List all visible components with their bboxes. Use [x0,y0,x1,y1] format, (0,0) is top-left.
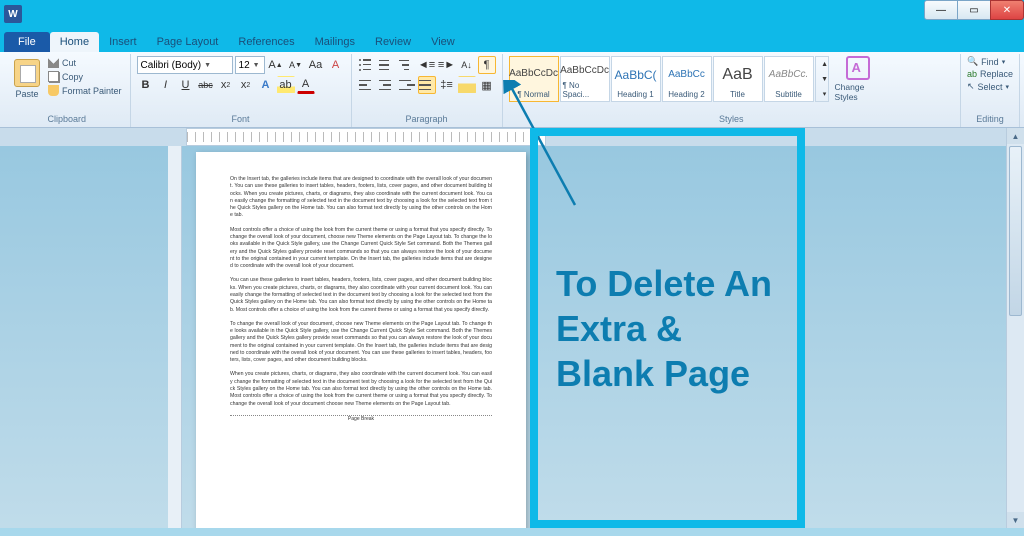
italic-button[interactable]: I [157,76,175,94]
group-label: Paragraph [358,113,496,125]
align-left-button[interactable] [358,76,376,94]
styles-scroll-down[interactable]: ▼ [816,72,834,87]
format-painter-button[interactable]: Format Painter [46,84,124,97]
numbering-button[interactable] [378,56,396,74]
group-label: Clipboard [10,113,124,125]
vertical-ruler[interactable] [168,146,182,528]
tab-review[interactable]: Review [365,32,421,52]
style-no-spacing[interactable]: AaBbCcDc¶ No Spaci... [560,56,610,102]
vertical-scrollbar[interactable]: ▲ ▼ [1006,128,1024,528]
line-spacing-button[interactable]: ‡≡ [438,76,456,94]
horizontal-ruler[interactable] [0,128,1024,146]
sort-button[interactable]: A↓ [458,56,476,74]
highlight-button[interactable]: ab [277,76,295,94]
font-size-select[interactable]: 12▼ [235,56,265,74]
window-titlebar: W ― ▭ ✕ [0,0,1024,28]
select-button[interactable]: ↖Select▾ [967,81,1013,92]
scroll-down-button[interactable]: ▼ [1007,512,1024,528]
callout-box: To Delete An Extra & Blank Page [530,128,805,528]
paste-icon [14,59,40,87]
align-center-button[interactable] [378,76,396,94]
font-name-select[interactable]: Calibri (Body)▼ [137,56,233,74]
maximize-button[interactable]: ▭ [957,0,991,20]
group-label: Styles [509,113,954,125]
superscript-button[interactable]: x2 [237,76,255,94]
document-page[interactable]: On the Insert tab, the galleries include… [196,152,526,528]
group-editing: 🔍Find▾ abReplace ↖Select▾ Editing [961,54,1020,127]
minimize-button[interactable]: ― [924,0,958,20]
decrease-indent-button[interactable]: ◄≡ [418,56,436,74]
font-color-button[interactable]: A [297,76,315,94]
styles-more[interactable]: ▾ [816,86,834,101]
document-area: On the Insert tab, the galleries include… [0,146,1006,528]
align-right-button[interactable] [398,76,416,94]
text-effects-button[interactable]: A [257,76,275,94]
style-title[interactable]: AaBTitle [713,56,763,102]
increase-indent-button[interactable]: ≡► [438,56,456,74]
styles-scroll-up[interactable]: ▲ [816,57,834,72]
scroll-thumb[interactable] [1009,146,1022,316]
document-body-text[interactable]: On the Insert tab, the galleries include… [230,176,492,423]
bullets-button[interactable] [358,56,376,74]
replace-button[interactable]: abReplace [967,69,1013,79]
tab-references[interactable]: References [228,32,304,52]
shrink-font-button[interactable]: A▼ [287,56,305,74]
copy-icon [48,71,59,82]
paste-label: Paste [15,89,38,99]
tab-view[interactable]: View [421,32,465,52]
cursor-icon: ↖ [967,81,975,92]
copy-button[interactable]: Copy [46,70,124,83]
paste-button[interactable]: Paste [10,56,44,102]
change-case-button[interactable]: Aa [307,56,325,74]
group-label: Font [137,113,345,125]
change-styles-icon [846,56,870,80]
borders-button[interactable]: ▦ [478,76,496,94]
cut-button[interactable]: Cut [46,56,124,69]
change-styles-button[interactable]: Change Styles [835,56,881,102]
grow-font-button[interactable]: A▲ [267,56,285,74]
tab-page-layout[interactable]: Page Layout [147,32,229,52]
callout-text: To Delete An Extra & Blank Page [556,261,779,396]
tab-insert[interactable]: Insert [99,32,147,52]
tab-home[interactable]: Home [50,32,99,52]
justify-button[interactable] [418,76,436,94]
scissors-icon [48,57,59,68]
window-controls: ― ▭ ✕ [925,0,1024,20]
clear-format-button[interactable]: A [327,56,345,74]
style-heading2[interactable]: AaBbCcHeading 2 [662,56,712,102]
replace-icon: ab [967,69,977,79]
group-label: Editing [967,113,1013,125]
tab-file[interactable]: File [4,32,50,52]
show-hide-pilcrow-button[interactable]: ¶ [478,56,496,74]
group-clipboard: Paste Cut Copy Format Painter Clipboard [4,54,131,127]
style-heading1[interactable]: AaBbC(Heading 1 [611,56,661,102]
multilevel-button[interactable] [398,56,416,74]
underline-button[interactable]: U [177,76,195,94]
group-styles: AaBbCcDc¶ Normal AaBbCcDc¶ No Spaci... A… [503,54,961,127]
brush-icon [48,85,59,96]
style-normal[interactable]: AaBbCcDc¶ Normal [509,56,559,102]
word-app-icon: W [4,5,22,23]
page-break-mark: Page Break [230,415,492,423]
ribbon: Paste Cut Copy Format Painter Clipboard … [0,52,1024,128]
scroll-up-button[interactable]: ▲ [1007,128,1024,144]
ribbon-tabs: File Home Insert Page Layout References … [0,28,1024,52]
bold-button[interactable]: B [137,76,155,94]
subscript-button[interactable]: x2 [217,76,235,94]
group-paragraph: ◄≡ ≡► A↓ ¶ ‡≡ ▦ Paragraph [352,54,503,127]
find-icon: 🔍 [967,56,978,67]
close-button[interactable]: ✕ [990,0,1024,20]
tab-mailings[interactable]: Mailings [305,32,365,52]
find-button[interactable]: 🔍Find▾ [967,56,1013,67]
style-subtitle[interactable]: AaBbCc.Subtitle [764,56,814,102]
group-font: Calibri (Body)▼ 12▼ A▲ A▼ Aa A B I U abc… [131,54,352,127]
strike-button[interactable]: abc [197,76,215,94]
styles-gallery[interactable]: AaBbCcDc¶ Normal AaBbCcDc¶ No Spaci... A… [509,56,829,102]
shading-button[interactable] [458,76,476,94]
